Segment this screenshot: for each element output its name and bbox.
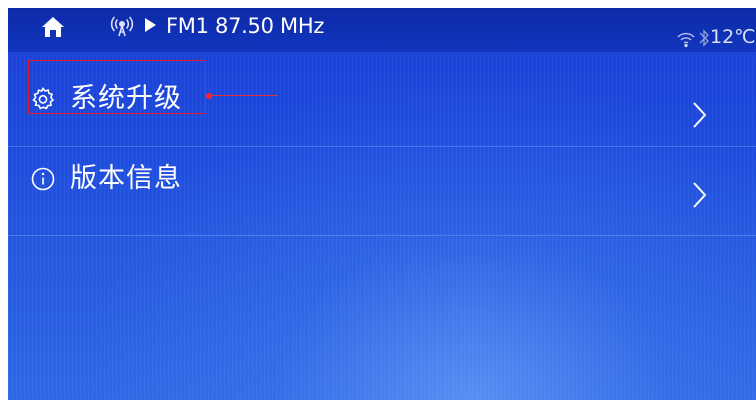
bluetooth-icon — [698, 28, 710, 48]
play-icon[interactable] — [144, 16, 158, 34]
status-bar: FM1 87.50 MHz 12℃ — [8, 8, 756, 52]
radio-icon — [110, 14, 134, 38]
chevron-right-icon — [690, 180, 710, 210]
home-icon[interactable] — [40, 14, 66, 40]
menu-item-version-info[interactable]: 版本信息 — [8, 147, 756, 236]
chevron-right-icon — [690, 100, 710, 130]
info-icon — [30, 166, 56, 192]
wifi-icon — [676, 30, 696, 48]
annotation-pointer-dot — [206, 93, 212, 99]
radio-station-label: FM1 87.50 MHz — [166, 14, 325, 38]
highlight-box — [28, 60, 206, 114]
menu-item-label: 版本信息 — [70, 163, 182, 194]
annotation-pointer-line — [212, 95, 278, 96]
head-unit-screen: FM1 87.50 MHz 12℃ 系统升级 版本信息 — [8, 8, 756, 400]
temperature-readout: 12℃ — [710, 26, 756, 48]
